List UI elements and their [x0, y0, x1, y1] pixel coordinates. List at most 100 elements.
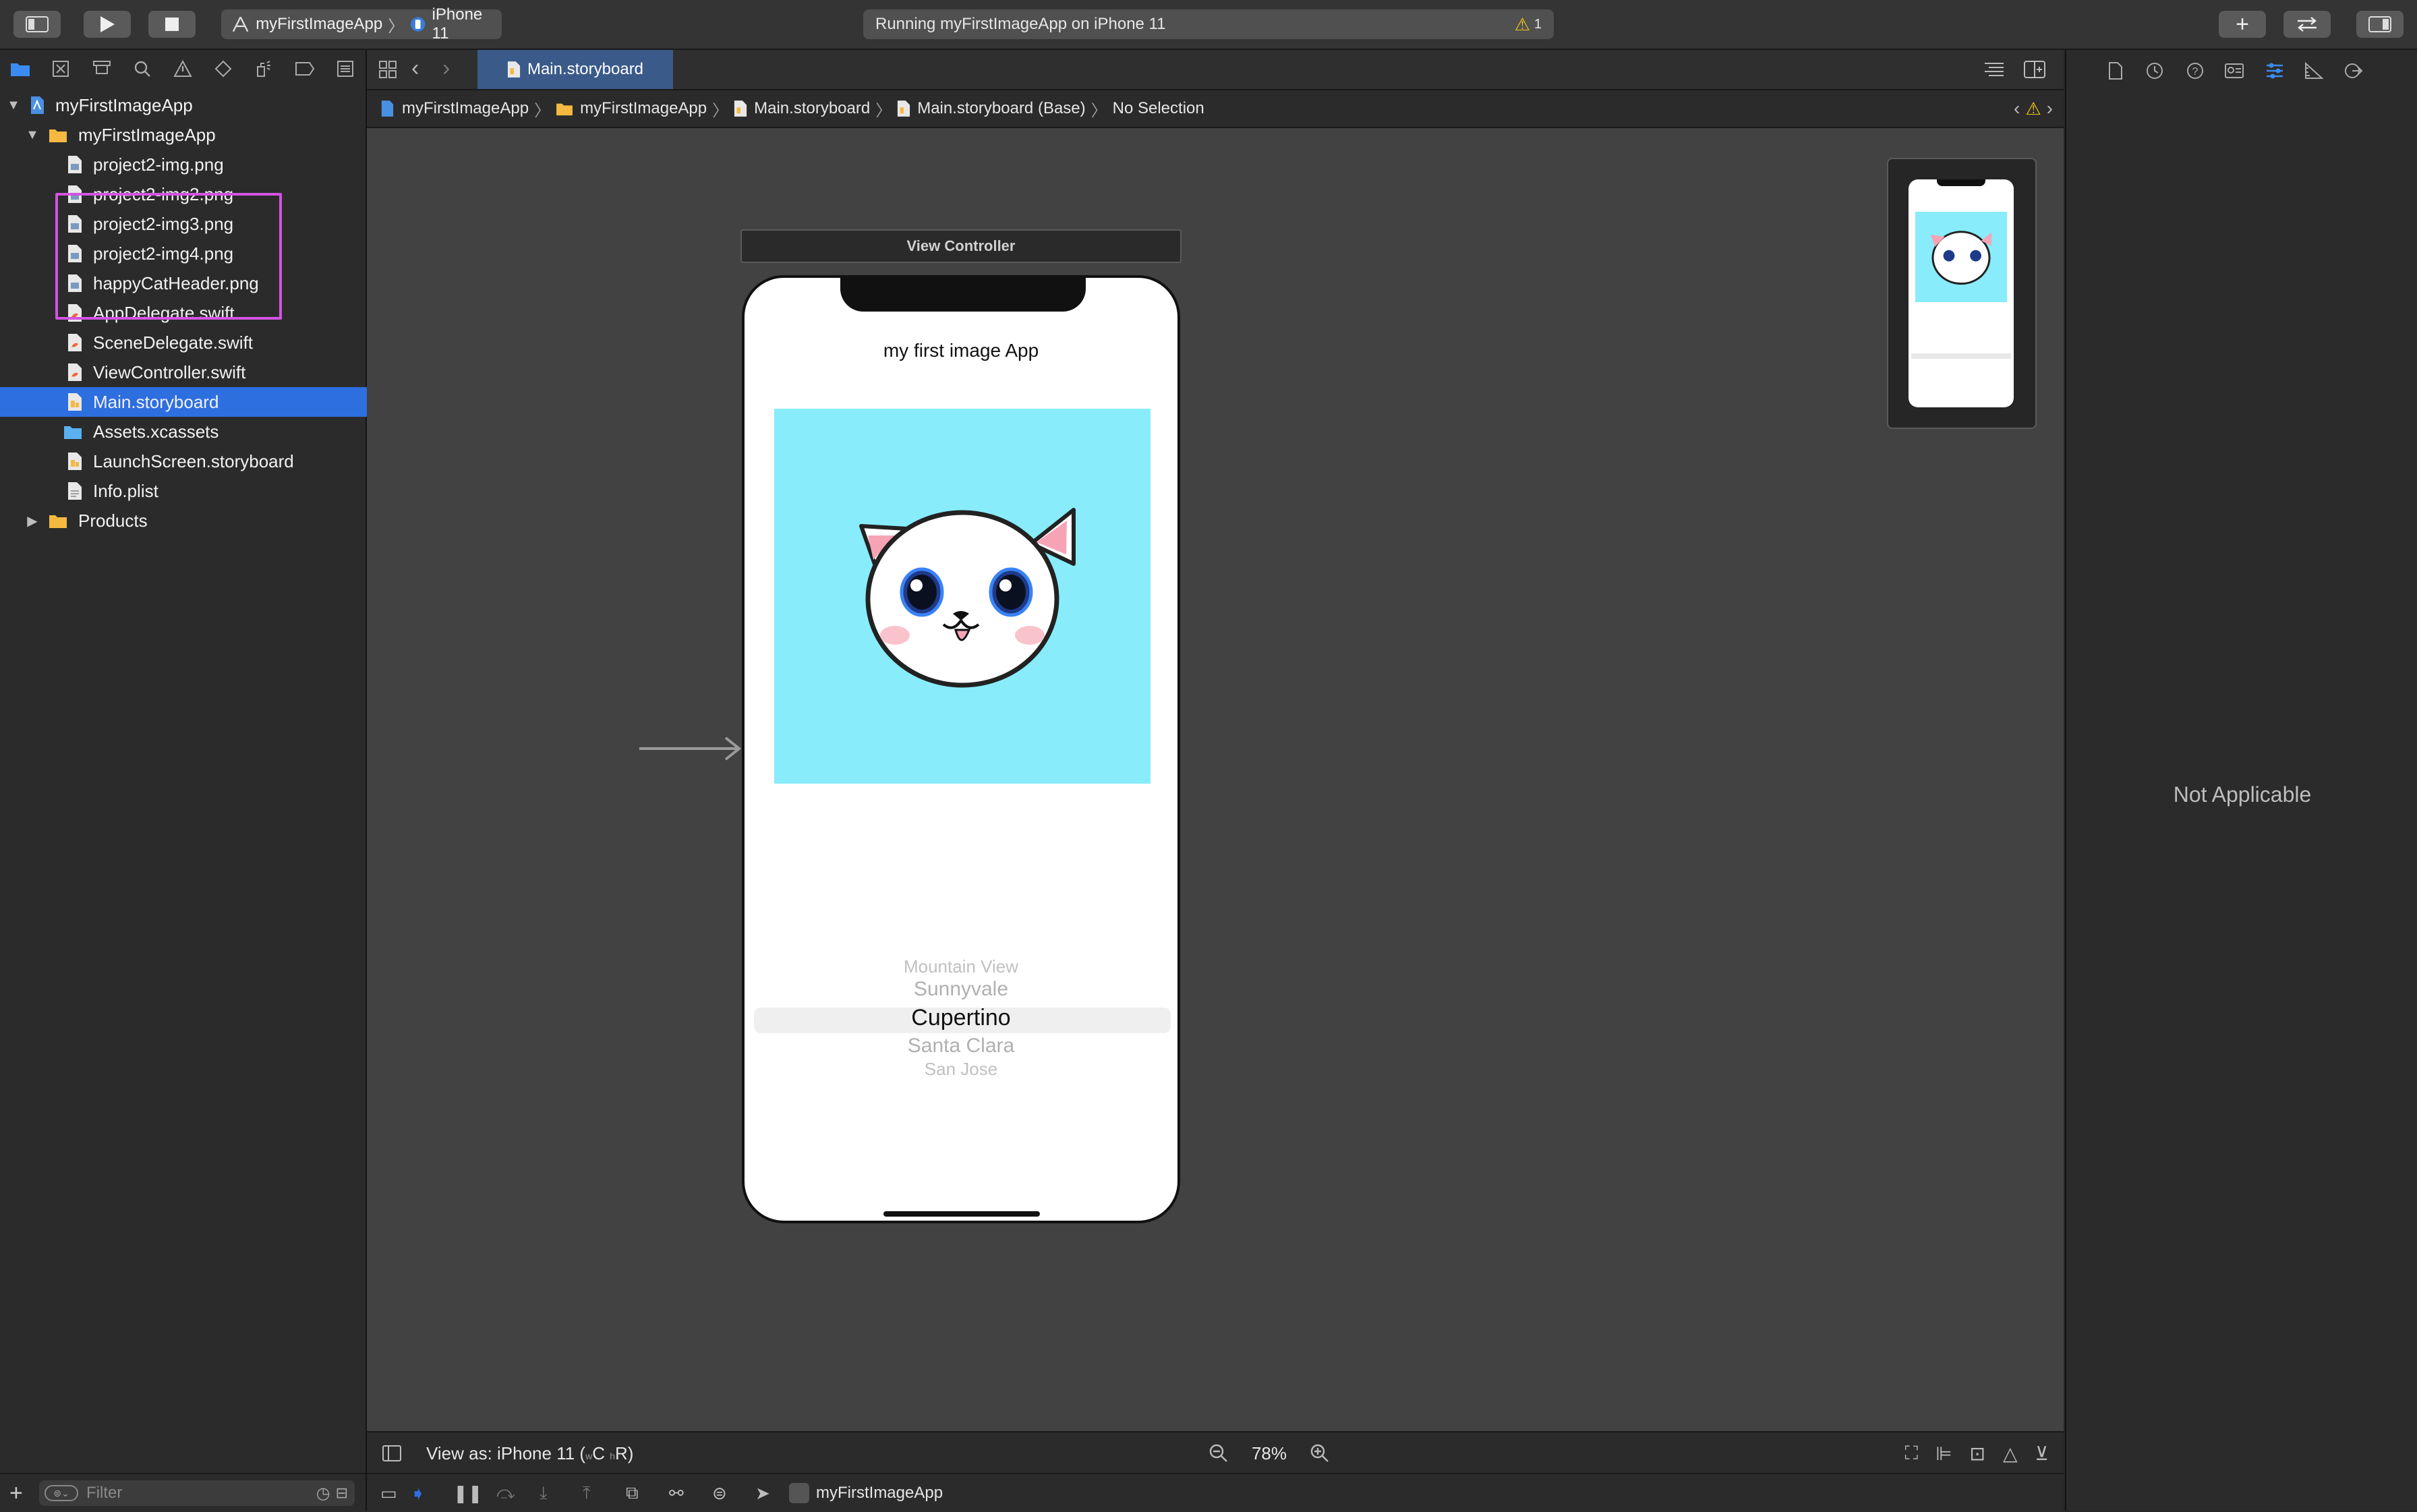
test-navigator-tab[interactable]: [203, 50, 243, 88]
step-into-icon[interactable]: ⤓: [540, 1482, 583, 1504]
simulate-location-icon[interactable]: ➤: [755, 1483, 789, 1504]
scm-filter-icon[interactable]: ⊟: [336, 1484, 348, 1502]
filter-field[interactable]: ⊜⌄ Filter ◷ ⊟: [39, 1480, 355, 1506]
identity-inspector-tab[interactable]: [2223, 59, 2246, 82]
connections-inspector-tab[interactable]: [2341, 59, 2364, 82]
tab-main-storyboard[interactable]: Main.storyboard: [477, 50, 673, 89]
toggle-navigator-button[interactable]: [13, 11, 61, 38]
picker-row[interactable]: Mountain View: [745, 956, 1177, 977]
canvas-minimap[interactable]: [1887, 158, 2037, 429]
view-as-label[interactable]: View as: iPhone 11 (wC hR): [426, 1443, 633, 1464]
project-navigator-tab[interactable]: [0, 50, 40, 88]
breakpoints-toggle-icon[interactable]: ➧: [410, 1482, 453, 1505]
picker-row[interactable]: Santa Clara: [745, 1035, 1177, 1057]
editor-options-icon[interactable]: [1983, 59, 2006, 80]
document-outline-icon[interactable]: [382, 1445, 402, 1462]
embed-in-icon[interactable]: ⊻: [2035, 1443, 2049, 1465]
process-icon[interactable]: [789, 1483, 809, 1503]
align-icon[interactable]: ⊫: [1935, 1443, 1952, 1465]
report-navigator-tab[interactable]: [325, 50, 366, 88]
picker-row[interactable]: Sunnyvale: [745, 978, 1177, 1001]
filter-placeholder: Filter: [86, 1484, 123, 1502]
inspector-empty-state: Not Applicable: [2173, 782, 2312, 807]
tree-row-group[interactable]: ▶ Products: [0, 506, 390, 535]
add-file-icon[interactable]: +: [9, 1480, 30, 1507]
tree-row-group[interactable]: ▼ myFirstImageApp: [0, 120, 390, 150]
stop-button[interactable]: [148, 11, 196, 38]
attributes-inspector-tab[interactable]: [2263, 59, 2286, 82]
add-constraints-icon[interactable]: ⊡: [1970, 1443, 1985, 1465]
image-file-icon: [68, 156, 82, 173]
issue-navigator-tab[interactable]: [163, 50, 203, 88]
breadcrumb-localization[interactable]: Main.storyboard (Base): [917, 99, 1085, 118]
step-out-icon[interactable]: ⤒: [583, 1482, 626, 1504]
ruler-icon: [2305, 61, 2324, 79]
breadcrumb-file[interactable]: Main.storyboard: [754, 99, 870, 118]
next-issue-icon[interactable]: ›: [2047, 98, 2053, 119]
history-inspector-tab[interactable]: [2143, 59, 2166, 82]
library-button[interactable]: +: [2219, 11, 2266, 38]
run-button[interactable]: [84, 11, 131, 38]
scene-title-bar[interactable]: View Controller: [740, 229, 1182, 263]
disclosure-open-icon[interactable]: ▼: [24, 127, 40, 143]
environment-overrides-icon[interactable]: ⊜: [712, 1483, 755, 1504]
filter-options-icon[interactable]: ⊜⌄: [45, 1485, 78, 1501]
tree-row-project[interactable]: ▼ myFirstImageApp: [0, 90, 371, 120]
grid-icon[interactable]: [378, 59, 398, 80]
scheme-selector[interactable]: myFirstImageApp 〉 iPhone 11: [221, 5, 502, 42]
symbol-navigator-tab[interactable]: [81, 50, 121, 88]
step-over-icon[interactable]: ⤼: [496, 1482, 540, 1504]
app-title-label[interactable]: my first image App: [745, 340, 1177, 361]
process-label[interactable]: myFirstImageApp: [816, 1484, 943, 1503]
update-frames-icon[interactable]: ⛶: [1905, 1443, 1919, 1465]
hierarchy-icon: [92, 61, 111, 74]
diamond-icon: [214, 60, 232, 78]
zoom-out-icon[interactable]: [1208, 1443, 1229, 1463]
breadcrumb-project[interactable]: myFirstImageApp: [402, 99, 529, 118]
size-inspector-tab[interactable]: [2302, 59, 2325, 82]
back-icon[interactable]: ‹: [411, 55, 419, 82]
app-target-icon: [232, 16, 249, 32]
breadcrumb-group[interactable]: myFirstImageApp: [580, 99, 707, 118]
pause-icon[interactable]: ❚❚: [453, 1483, 496, 1504]
tree-label: Products: [78, 510, 148, 531]
file-inspector-tab[interactable]: [2104, 59, 2127, 82]
disclosure-open-icon[interactable]: ▼: [5, 98, 22, 113]
minimap-phone: [1909, 179, 2014, 407]
forward-icon[interactable]: ›: [442, 55, 450, 82]
zoom-in-icon[interactable]: [1310, 1443, 1330, 1463]
code-review-button[interactable]: [2283, 11, 2331, 38]
inspector-pane: ? Not Applicable: [2065, 50, 2417, 1511]
resolve-issues-icon[interactable]: △: [2003, 1443, 2018, 1465]
scheme-device-label: iPhone 11: [432, 5, 483, 42]
view-debugger-icon[interactable]: ⧉: [626, 1482, 669, 1504]
memory-graph-icon[interactable]: ⚯: [669, 1483, 712, 1504]
hide-debug-area-icon[interactable]: ▭: [380, 1483, 410, 1504]
warning-count[interactable]: 1: [1534, 17, 1542, 32]
minimap-picker-band: [1911, 353, 2011, 359]
find-navigator-tab[interactable]: [122, 50, 163, 88]
device-notch: [840, 278, 1086, 312]
add-editor-icon[interactable]: [2023, 59, 2046, 80]
xcode-project-icon: [381, 100, 394, 117]
picker-row-selected[interactable]: Cupertino: [745, 1005, 1177, 1031]
warning-icon[interactable]: ⚠: [2025, 98, 2041, 119]
toggle-inspector-button[interactable]: [2356, 11, 2404, 38]
storyboard-canvas[interactable]: [367, 128, 2064, 1431]
disclosure-closed-icon[interactable]: ▶: [24, 513, 40, 529]
view-controller-scene[interactable]: my first image App Mountain View Sunnyva…: [742, 275, 1180, 1223]
debug-navigator-tab[interactable]: [243, 50, 284, 88]
quick-help-tab[interactable]: ?: [2184, 59, 2207, 82]
breadcrumb-selection[interactable]: No Selection: [1113, 99, 1204, 118]
breakpoint-navigator-tab[interactable]: [285, 50, 325, 88]
editor-tab-bar: ‹ › Main.storyboard: [367, 50, 2064, 90]
id-card-icon: [2225, 63, 2244, 78]
plist-file-icon: [68, 482, 82, 500]
minimap-image: [1915, 212, 2007, 302]
source-control-tab[interactable]: [40, 50, 81, 88]
previous-issue-icon[interactable]: ‹: [2014, 98, 2020, 119]
warning-icon[interactable]: ⚠: [1515, 14, 1530, 35]
cat-image-view[interactable]: [774, 409, 1151, 784]
recent-files-icon[interactable]: ◷: [316, 1484, 330, 1503]
picker-row[interactable]: San Jose: [745, 1059, 1177, 1080]
